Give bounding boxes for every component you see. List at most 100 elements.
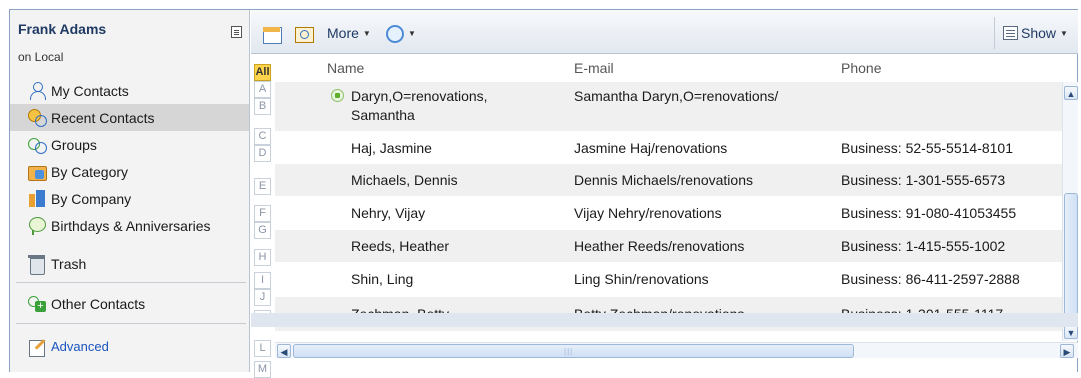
alpha-letter[interactable]: G xyxy=(254,222,271,239)
contact-phone: Business: 1-415-555-1002 xyxy=(841,238,1006,254)
contact-email: Jasmine Haj/renovations xyxy=(574,140,728,156)
advanced-link[interactable]: Advanced xyxy=(10,333,249,360)
sidebar-item-label: By Company xyxy=(51,190,132,207)
table-row[interactable]: Reeds, Heather Heather Reeds/renovations… xyxy=(275,230,1062,262)
alpha-letter[interactable]: I xyxy=(254,272,271,289)
contact-phone: Business: 52-55-5514-8101 xyxy=(841,140,1014,156)
category-folder-icon xyxy=(28,163,47,181)
show-view-icon xyxy=(1003,26,1018,40)
table-row[interactable]: Shin, Ling Ling Shin/renovations Busines… xyxy=(275,262,1062,297)
location-label: on Local xyxy=(18,50,64,64)
column-header-name[interactable]: Name xyxy=(327,55,364,81)
table-row[interactable]: Michaels, Dennis Dennis Michaels/renovat… xyxy=(275,164,1062,196)
sidebar-item-label: Birthdays & Anniversaries xyxy=(51,217,211,234)
contact-phone: Business: 1-301-555-6573 xyxy=(841,172,1006,188)
contact-phone: Business: 91-080-41053455 xyxy=(841,205,1017,221)
sidebar-item-by-company[interactable]: By Company xyxy=(10,185,249,212)
more-label: More xyxy=(327,25,359,41)
advanced-edit-icon xyxy=(28,338,46,357)
contact-name: Michaels, Dennis xyxy=(351,172,458,188)
table-row[interactable]: Daryn,O=renovations, Samantha Samantha D… xyxy=(275,82,1062,131)
contacts-main-panel: More ▼ ▼ Show ▼ All A B C D E F G H I J … xyxy=(251,10,1078,378)
chevron-down-icon: ▼ xyxy=(408,28,416,38)
column-header-phone[interactable]: Phone xyxy=(841,55,881,81)
trash-icon xyxy=(28,254,46,275)
alpha-letter[interactable]: B xyxy=(254,98,271,115)
table-row[interactable]: Nehry, Vijay Vijay Nehry/renovations Bus… xyxy=(275,196,1062,230)
sidebar-divider xyxy=(16,282,246,283)
scroll-right-icon[interactable]: ▶ xyxy=(1060,344,1074,358)
contact-name-line2: Samantha xyxy=(351,107,415,123)
contact-email: Vijay Nehry/renovations xyxy=(574,205,722,221)
sidebar-menu-icon[interactable] xyxy=(231,26,242,38)
birthday-balloon-icon xyxy=(28,216,46,235)
scroll-down-icon[interactable]: ▼ xyxy=(1064,325,1078,339)
sidebar-item-groups[interactable]: Groups xyxy=(10,131,249,158)
scroll-left-icon[interactable]: ◀ xyxy=(277,344,291,358)
contact-name: Haj, Jasmine xyxy=(351,140,432,156)
chevron-down-icon: ▼ xyxy=(362,28,371,38)
table-row[interactable]: Haj, Jasmine Jasmine Haj/renovations Bus… xyxy=(275,131,1062,164)
alpha-letter[interactable]: J xyxy=(254,289,271,306)
company-icon xyxy=(28,189,46,208)
sidebar-item-label: Recent Contacts xyxy=(51,109,155,126)
alpha-letter[interactable]: D xyxy=(254,145,271,162)
sidebar-item-label: By Category xyxy=(51,163,129,180)
contact-name: Shin, Ling xyxy=(351,271,414,287)
contact-name: Nehry, Vijay xyxy=(351,205,426,221)
search-icon xyxy=(384,23,404,43)
sidebar: Frank Adams on Local My Contacts Recent … xyxy=(10,10,250,372)
contact-card-button[interactable] xyxy=(294,22,314,44)
chevron-down-icon: ▼ xyxy=(1060,28,1068,38)
sidebar-item-other-contacts[interactable]: Other Contacts xyxy=(10,290,249,317)
contact-name: Daryn,O=renovations, xyxy=(351,88,488,104)
alpha-all[interactable]: All xyxy=(254,64,271,81)
alpha-letter[interactable]: A xyxy=(254,81,271,98)
table-body: Daryn,O=renovations, Samantha Samantha D… xyxy=(275,82,1062,341)
alpha-letter[interactable]: E xyxy=(254,178,271,195)
sidebar-item-label: Other Contacts xyxy=(51,295,146,312)
toolbar: More ▼ ▼ Show ▼ xyxy=(251,10,1078,54)
advanced-label: Advanced xyxy=(51,339,109,354)
alpha-letter[interactable]: F xyxy=(254,205,271,222)
new-contact-icon xyxy=(262,23,282,44)
sidebar-item-my-contacts[interactable]: My Contacts xyxy=(10,77,249,104)
sidebar-item-recent-contacts[interactable]: Recent Contacts xyxy=(10,104,249,131)
grip-icon: ||| xyxy=(564,347,574,356)
more-menu-button[interactable]: More ▼ xyxy=(327,22,371,44)
contacts-window: Frank Adams on Local My Contacts Recent … xyxy=(9,9,1078,378)
horizontal-scrollbar[interactable]: ◀ ||| ▶ xyxy=(275,342,1078,358)
contact-email: Ling Shin/renovations xyxy=(574,271,709,287)
contact-name: Reeds, Heather xyxy=(351,238,450,254)
contact-email: Samantha Daryn,O=renovations/ xyxy=(574,88,779,104)
horizontal-scroll-thumb[interactable]: ||| xyxy=(293,344,854,358)
user-name: Frank Adams xyxy=(18,21,107,37)
show-label: Show xyxy=(1021,25,1057,41)
new-contact-button[interactable] xyxy=(262,22,282,44)
sidebar-item-by-category[interactable]: By Category xyxy=(10,158,249,185)
alpha-letter[interactable]: H xyxy=(254,249,271,266)
column-header-email[interactable]: E-mail xyxy=(574,55,614,81)
recent-contacts-icon xyxy=(28,108,47,127)
pane-resize-bar[interactable] xyxy=(251,313,1078,327)
contact-email: Heather Reeds/renovations xyxy=(574,238,745,254)
search-button[interactable]: ▼ xyxy=(384,22,416,44)
show-menu-button[interactable]: Show ▼ xyxy=(1003,22,1068,44)
scroll-up-icon[interactable]: ▲ xyxy=(1064,86,1078,100)
contact-email: Dennis Michaels/renovations xyxy=(574,172,753,188)
sidebar-item-trash[interactable]: Trash xyxy=(10,250,249,277)
sidebar-header: Frank Adams on Local xyxy=(10,10,249,64)
contact-card-icon xyxy=(294,23,314,43)
vertical-scrollbar[interactable]: ▲ ▼ xyxy=(1062,82,1078,341)
groups-icon xyxy=(28,136,47,154)
sidebar-divider xyxy=(16,323,246,324)
toolbar-divider xyxy=(994,17,995,49)
alpha-letter[interactable]: M xyxy=(254,361,271,378)
sidebar-item-label: Trash xyxy=(51,255,87,272)
alpha-letter[interactable]: C xyxy=(254,128,271,145)
alpha-letter[interactable]: L xyxy=(254,340,271,357)
person-icon xyxy=(28,81,46,100)
sidebar-item-label: My Contacts xyxy=(51,82,129,99)
sidebar-item-label: Groups xyxy=(51,136,97,153)
sidebar-item-birthdays[interactable]: Birthdays & Anniversaries xyxy=(10,212,249,239)
